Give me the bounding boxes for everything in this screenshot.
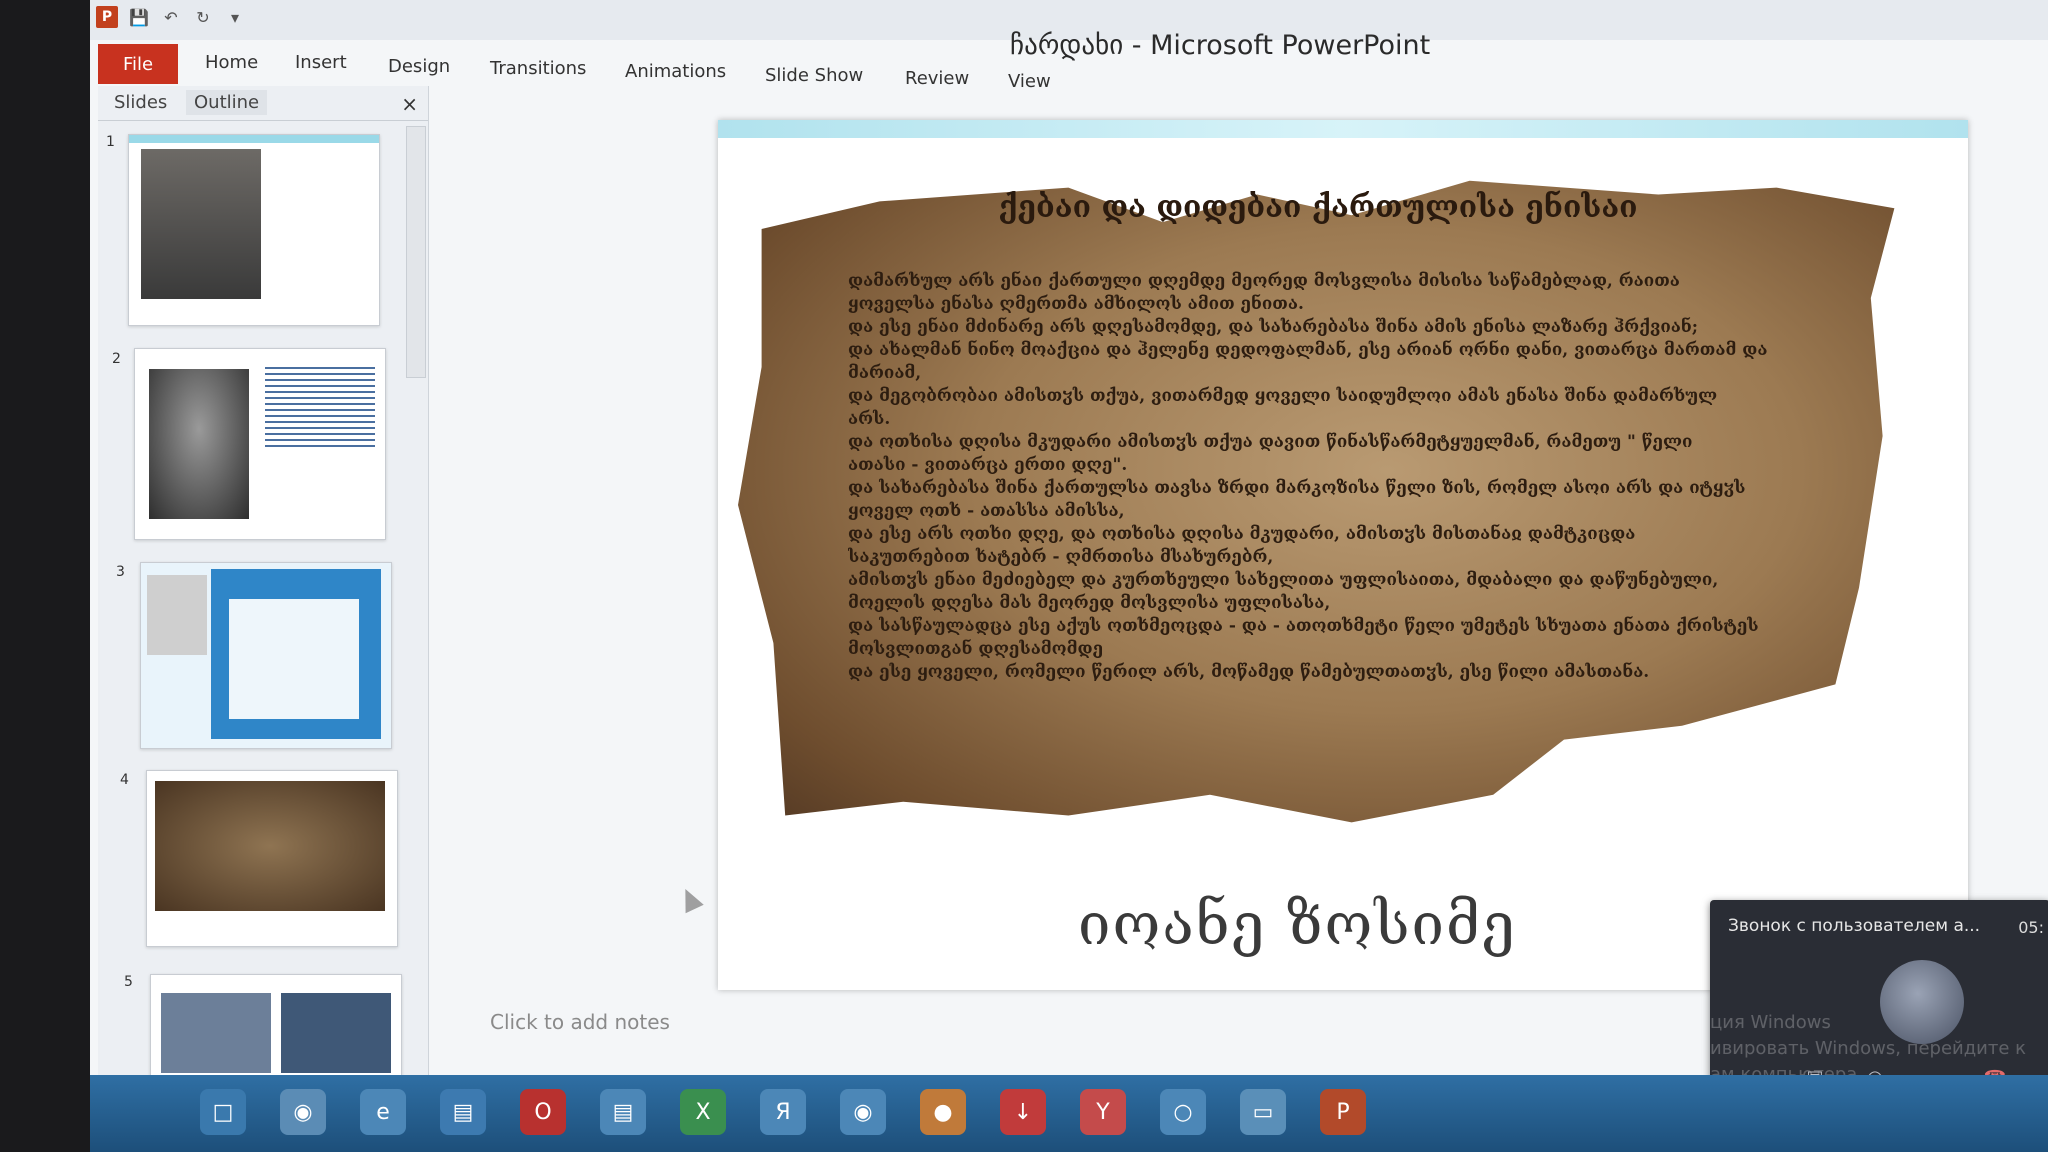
slide-thumbnail-2[interactable] xyxy=(134,348,386,540)
slide-thumbnail-5[interactable] xyxy=(150,974,402,1086)
powerpoint-icon[interactable]: P xyxy=(96,6,118,28)
explorer-icon[interactable]: ▤ xyxy=(600,1089,646,1135)
app-icon[interactable]: ◉ xyxy=(840,1089,886,1135)
tab-animations[interactable]: Animations xyxy=(625,61,726,82)
slide-body-line: და ესე ენაი მძინარე არს დღესამომდე, და ს… xyxy=(848,317,1699,337)
photo-image xyxy=(147,575,207,655)
slide-body-line: და ახალმან ნინო მოაქცია და ჰელენე დედოფა… xyxy=(848,340,1768,360)
quick-access-toolbar: P 💾 ↶ ↻ ▾ xyxy=(96,6,246,28)
slide-title[interactable]: ქებაი და დიდებაი ქართულისა ენისაი xyxy=(968,190,1668,225)
ribbon-tabs: File Home Insert Design Transitions Anim… xyxy=(90,44,2048,92)
slide-body-line: და ესე არს ოთხი დღე, და ოთხისა დღისა მკუ… xyxy=(848,524,1636,544)
slide-canvas[interactable]: ქებაი და დიდებაი ქართულისა ენისაი დამარხ… xyxy=(718,120,1968,990)
slide-body-line: მარიამ, xyxy=(848,363,922,383)
tab-design[interactable]: Design xyxy=(388,56,450,77)
slide-body-line: ყოველ ოთხ - ათასსა ამისსა, xyxy=(848,501,1125,521)
save-icon[interactable]: 💾 xyxy=(128,6,150,28)
game-icon[interactable]: ● xyxy=(920,1089,966,1135)
slide-number: 1 xyxy=(106,134,115,150)
panel-scrollbar[interactable] xyxy=(406,126,426,378)
tab-insert[interactable]: Insert xyxy=(295,52,347,73)
author-name[interactable]: იოანე ზოსიმე xyxy=(1078,890,1517,958)
call-title: Звонок с пользователем a... xyxy=(1728,916,1981,936)
slide-number: 5 xyxy=(124,974,133,990)
colorful-panel-image xyxy=(211,569,381,739)
tab-slides[interactable]: Slides xyxy=(106,90,175,115)
slide-thumbnail-4[interactable] xyxy=(146,770,398,947)
ie-icon[interactable]: e xyxy=(360,1089,406,1135)
portrait-image xyxy=(141,149,261,299)
tab-view[interactable]: View xyxy=(1008,71,1051,92)
title-bar: P 💾 ↶ ↻ ▾ ჩარდახი - Microsoft PowerPoint xyxy=(90,0,2048,61)
download-icon[interactable]: ↓ xyxy=(1000,1089,1046,1135)
watermark-line: ивировать Windows, перейдите к xyxy=(1710,1038,2027,1059)
parchment-image xyxy=(155,781,385,911)
thumb-band xyxy=(129,135,379,143)
yandex-browser-icon[interactable]: Y xyxy=(1080,1089,1126,1135)
tab-review[interactable]: Review xyxy=(905,68,969,89)
tab-transitions[interactable]: Transitions xyxy=(490,58,586,79)
tab-file[interactable]: File xyxy=(98,44,178,84)
slides-panel: Slides Outline × 1 2 3 4 5 xyxy=(98,86,429,1086)
chrome-icon[interactable]: ◉ xyxy=(280,1089,326,1135)
slide-body-line: ათასი - ვითარცა ერთი დღე". xyxy=(848,455,1128,475)
tab-outline[interactable]: Outline xyxy=(186,90,268,115)
panel-tabs: Slides Outline × xyxy=(98,86,428,121)
slide-thumbnail-1[interactable] xyxy=(128,134,380,326)
tab-slide-show[interactable]: Slide Show xyxy=(765,65,863,86)
slide-body-line: და ესე ყოველი, რომელი წერილ არს, მოწამედ… xyxy=(848,662,1650,682)
slide-number: 4 xyxy=(120,772,129,788)
taskbar: □ ◉ e ▤ O ▤ X Я ◉ ● ↓ Y ○ ▭ P xyxy=(90,1075,2048,1152)
call-time: 05: xyxy=(2018,918,2044,937)
powerpoint-window: P 💾 ↶ ↻ ▾ ჩარდახი - Microsoft PowerPoint… xyxy=(90,0,2048,1152)
cartoon-image xyxy=(229,599,359,719)
undo-icon[interactable]: ↶ xyxy=(160,6,182,28)
slide-body-line: მოელის დღესა მას მეორედ მოსვლისა უფლისას… xyxy=(848,593,1331,613)
slide-body-line: არს. xyxy=(848,409,891,429)
close-panel-icon[interactable]: × xyxy=(401,92,418,116)
app-icon[interactable]: ○ xyxy=(1160,1089,1206,1135)
slide-number: 3 xyxy=(116,564,125,580)
redo-icon[interactable]: ↻ xyxy=(192,6,214,28)
slide-body-text[interactable]: დამარხულ არს ენაი ქართული დღემდე მეორედ … xyxy=(848,270,1838,684)
mouse-cursor xyxy=(676,884,704,914)
slide-body-line: საკუთრებით ხატებრ - ღმრთისა მსახურებრ, xyxy=(848,547,1274,567)
slide-number: 2 xyxy=(112,351,121,367)
opera-icon[interactable]: O xyxy=(520,1089,566,1135)
customize-qat-icon[interactable]: ▾ xyxy=(224,6,246,28)
slide-body-line: მოსვლითგან დღესამომდე xyxy=(848,639,1104,659)
slide-body-line: და სასწაულადცა ესე აქუს ოთხმეოცდა - და -… xyxy=(848,616,1759,636)
start-icon[interactable]: □ xyxy=(200,1089,246,1135)
slide-body-line: და მეგობრობაი ამისთჳს თქუა, ვითარმედ ყოვ… xyxy=(848,386,1718,406)
slide-body-line: ყოველსა ენასა ღმერთმა ამხილოს ამით ენითა… xyxy=(848,294,1304,314)
photo-image xyxy=(281,993,391,1073)
slide-top-band xyxy=(718,120,1968,138)
slide-thumbnail-3[interactable] xyxy=(140,562,392,749)
portrait-image xyxy=(149,369,249,519)
app-icon[interactable]: ▭ xyxy=(1240,1089,1286,1135)
text-lines-image xyxy=(265,367,375,447)
watermark-line: ция Windows xyxy=(1710,1012,1831,1033)
photo-image xyxy=(161,993,271,1073)
folder-icon[interactable]: ▤ xyxy=(440,1089,486,1135)
slide-body-line: და სახარებასა შინა ქართულსა თავსა ზრდი მ… xyxy=(848,478,1746,498)
notes-placeholder[interactable]: Click to add notes xyxy=(490,1010,670,1034)
slide-body-line: ამისთჳს ენაი მეძიებელ და კურთხეული სახელ… xyxy=(848,570,1719,590)
powerpoint-taskbar-icon[interactable]: P xyxy=(1320,1089,1366,1135)
slide-body-line: დამარხულ არს ენაი ქართული დღემდე მეორედ … xyxy=(848,271,1680,291)
tab-home[interactable]: Home xyxy=(205,52,258,73)
slide-body-line: და ოთხისა დღისა მკუდარი ამისთჳს თქუა დავ… xyxy=(848,432,1693,452)
yandex-icon[interactable]: Я xyxy=(760,1089,806,1135)
excel-icon[interactable]: X xyxy=(680,1089,726,1135)
